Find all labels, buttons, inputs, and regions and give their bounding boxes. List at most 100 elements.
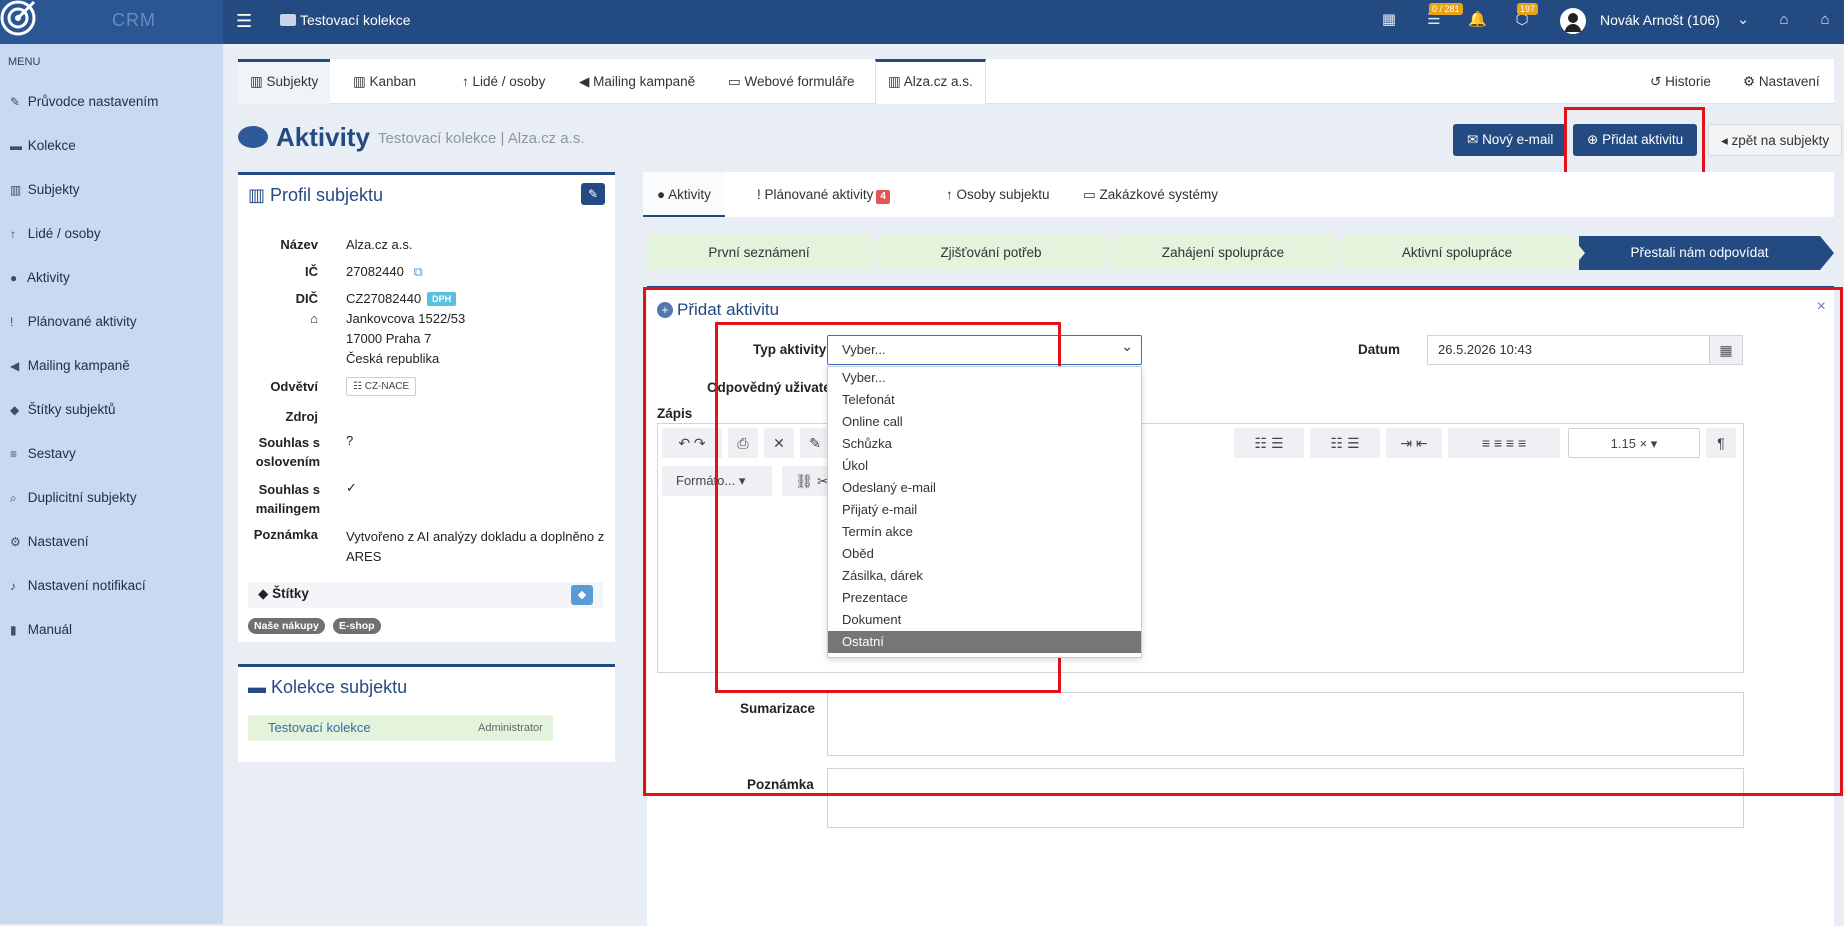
sidebar-item-sestavy[interactable]: ≡ Sestavy (10, 446, 76, 461)
list-icon: ≡ (10, 447, 18, 461)
tab-label: Mailing kampaně (593, 74, 696, 89)
new-email-button[interactable]: ✉ Nový e-mail (1453, 124, 1568, 156)
nace-tag[interactable]: ☷ CZ-NACE (346, 377, 417, 396)
sidebar-item-lide[interactable]: ↑ Lidé / osoby (10, 226, 101, 241)
label-ic: IČ (305, 264, 318, 279)
option[interactable]: Dokument (828, 609, 1141, 631)
option[interactable]: Prezentace (828, 587, 1141, 609)
settings-link[interactable]: ⚙ Nastavení (1731, 59, 1832, 104)
sidebar-item-label: Subjekty (27, 182, 80, 197)
address-line-2: 17000 Praha 7 (346, 331, 432, 346)
folder-icon (280, 14, 296, 26)
tab-lide[interactable]: ↑ Lidé / osoby (450, 59, 557, 104)
collection-title[interactable]: Testovací kolekce (280, 12, 411, 28)
value-name: Alza.cz a.s. (346, 237, 413, 252)
option[interactable]: Oběd (828, 543, 1141, 565)
stitky-label: ◆ Štítky (258, 586, 309, 601)
tab-label: Zakázkové systémy (1099, 187, 1219, 202)
sidebar-item-label: Lidé / osoby (27, 226, 101, 241)
option[interactable]: Termín akce (828, 521, 1141, 543)
avatar (1560, 8, 1586, 34)
external-link-icon[interactable]: ⧉ (413, 264, 422, 279)
bank-icon[interactable]: ⌂ (1775, 11, 1793, 29)
search-icon: ⌕ (10, 491, 17, 505)
sidebar-item-stitky[interactable]: ◆ Štítky subjektů (10, 402, 116, 417)
tab-planovane[interactable]: ! Plánované aktivity 4 (743, 172, 904, 217)
main-content: ▥ Subjekty ▥ Kanban ↑ Lidé / osoby ◀ Mai… (223, 44, 1844, 926)
tab-label: Plánované aktivity (764, 187, 874, 202)
pipeline-step[interactable]: První seznámení (647, 236, 885, 270)
tab-label: Webové formuláře (744, 74, 855, 89)
tab-label: Kanban (369, 74, 417, 89)
tab-mailing[interactable]: ◀ Mailing kampaně (567, 59, 707, 104)
option[interactable]: Odeslaný e-mail (828, 477, 1141, 499)
tab-aktivity[interactable]: ● Aktivity (643, 172, 725, 217)
tag-pill[interactable]: E-shop (333, 618, 381, 634)
hamburger-menu-icon[interactable]: ☰ (236, 11, 252, 32)
sidebar-item-label: Štítky subjektů (27, 402, 116, 417)
value-souhlas-mailing: ✓ (346, 480, 357, 495)
label-souhlas-osloveni: Souhlas s oslovením (255, 435, 320, 469)
option[interactable]: Telefonát (828, 389, 1141, 411)
option[interactable]: Úkol (828, 455, 1141, 477)
stitky-row: ◆ Štítky ◆ (248, 582, 603, 608)
tab-zakazkove[interactable]: ▭ Zakázkové systémy (1069, 172, 1232, 217)
tag-edit-icon[interactable]: ◆ (571, 585, 593, 605)
tab-osoby[interactable]: ↑ Osoby subjektu (932, 172, 1064, 217)
activity-type-dropdown[interactable]: Vyber... Telefonát Online call Schůzka Ú… (827, 366, 1142, 658)
building-icon: ▥ (10, 183, 22, 197)
pipeline-step[interactable]: Zahájení spolupráce (1111, 236, 1349, 270)
tag-pill[interactable]: Naše nákupy (248, 618, 325, 634)
history-link[interactable]: ↺ Historie (1638, 59, 1723, 104)
sidebar-item-pruvodce[interactable]: ✎ Průvodce nastavením (10, 94, 158, 109)
notif-badge: 197 (1517, 3, 1539, 15)
tab-kanban[interactable]: ▥ Kanban (341, 59, 428, 104)
sidebar-item-label: Mailing kampaně (27, 358, 130, 373)
pipeline-step-active[interactable]: Přestali nám odpovídat (1579, 236, 1834, 270)
sidebar-item-planovane[interactable]: ! Plánované aktivity (10, 314, 137, 329)
home-icon[interactable]: ⌂ (1816, 11, 1834, 29)
bell-icon[interactable]: 🔔 (1468, 11, 1487, 29)
page-title-text: Aktivity (276, 122, 370, 152)
pipeline-step[interactable]: Zjišťování potřeb (879, 236, 1117, 270)
sidebar-item-label: Plánované aktivity (27, 314, 137, 329)
sidebar-item-kolekce[interactable]: ▬ Kolekce (10, 138, 76, 153)
option[interactable]: Přijatý e-mail (828, 499, 1141, 521)
label-odvetvi: Odvětví (270, 379, 318, 394)
sidebar-item-subjekty[interactable]: ▥ Subjekty (10, 182, 80, 197)
kolekce-row[interactable]: Testovací kolekce Administrator (248, 715, 553, 741)
sidebar-item-nastaveni[interactable]: ⚙ Nastavení (10, 534, 89, 549)
pipeline: První seznámení Zjišťování potřeb Zaháje… (647, 236, 1834, 270)
nace-button[interactable]: ☷ CZ-NACE (346, 377, 417, 396)
edit-icon[interactable]: ✎ (581, 183, 605, 205)
top-tabs: ▥ Subjekty ▥ Kanban ↑ Lidé / osoby ◀ Mai… (238, 59, 1834, 104)
pipeline-step[interactable]: Aktivní spolupráce (1343, 236, 1585, 270)
home-icon: ⌂ (310, 311, 318, 326)
tab-subjekty[interactable]: ▥ Subjekty (238, 59, 331, 104)
sidebar-item-manual[interactable]: ▮ Manuál (10, 622, 72, 637)
chevron-down-icon[interactable]: ⌄ (1734, 11, 1752, 29)
calendar-icon[interactable]: ▦ (1380, 11, 1398, 29)
kolekce-name[interactable]: Testovací kolekce (268, 720, 371, 735)
logo-target-icon (0, 0, 36, 36)
option[interactable]: Zásilka, dárek (828, 565, 1141, 587)
tag-icon: ◆ (10, 403, 20, 417)
sidebar-item-mailing[interactable]: ◀ Mailing kampaně (10, 358, 130, 373)
sidebar-item-notifikace[interactable]: ♪ Nastavení notifikací (10, 578, 146, 593)
back-button[interactable]: ◂ zpět na subjekty (1708, 124, 1843, 156)
tab-label: Osoby subjektu (956, 187, 1050, 202)
tab-alza[interactable]: ▥ Alza.cz a.s. (875, 59, 986, 104)
option[interactable]: Vyber... (828, 367, 1141, 389)
option[interactable]: Schůzka (828, 433, 1141, 455)
pencil-icon: ✎ (10, 95, 21, 109)
book-icon: ▮ (10, 623, 17, 637)
tab-formulare[interactable]: ▭ Webové formuláře (716, 59, 867, 104)
option-selected[interactable]: Ostatní (828, 631, 1141, 653)
sidebar-item-duplicitni[interactable]: ⌕ Duplicitní subjekty (10, 490, 137, 506)
logo-area[interactable]: CRM (0, 0, 223, 44)
option[interactable]: Online call (828, 411, 1141, 433)
tasks-icon[interactable]: ☰ 0 / 281 (1425, 3, 1463, 29)
handshake-icon[interactable]: ⬡ 197 (1513, 3, 1539, 29)
button-label: zpět na subjekty (1731, 133, 1830, 148)
sidebar-item-aktivity[interactable]: ● Aktivity (10, 270, 70, 285)
